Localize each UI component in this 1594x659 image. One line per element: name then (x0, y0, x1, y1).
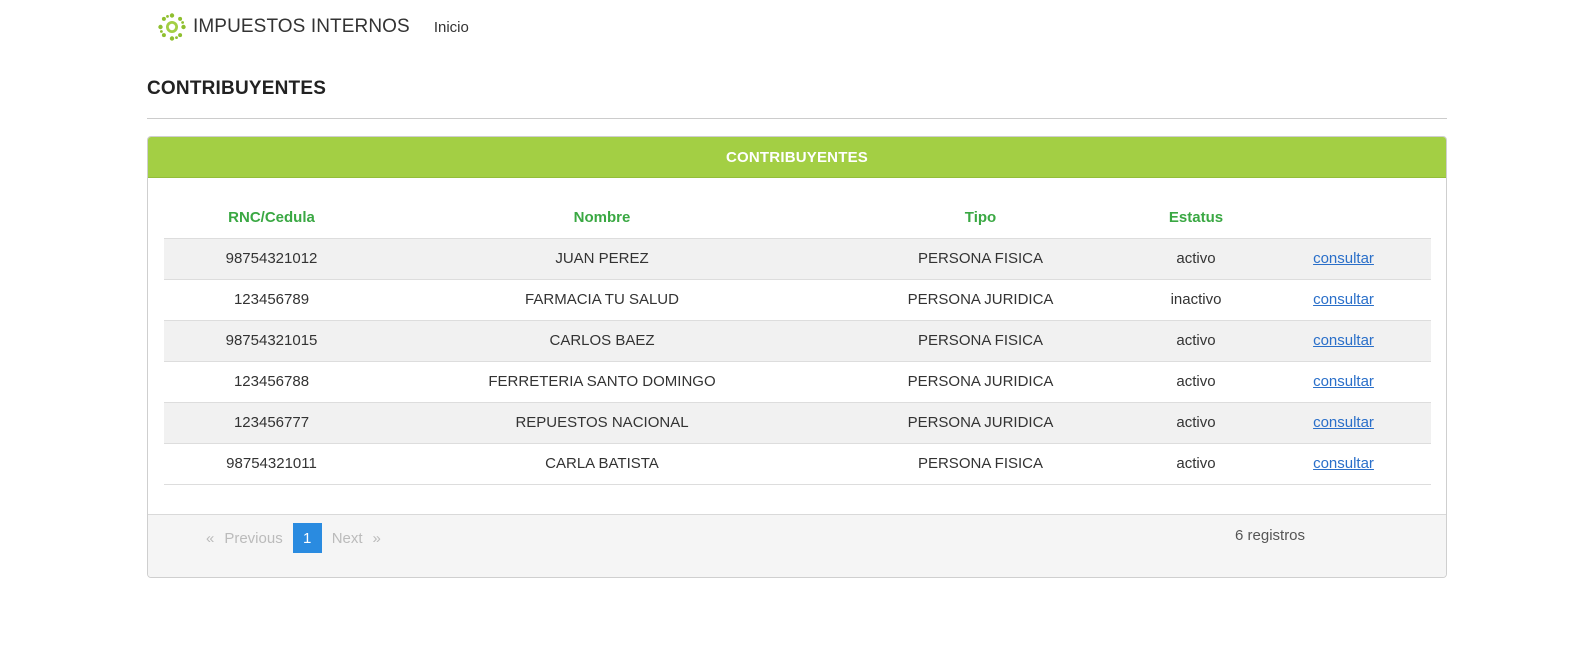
cell-nombre: JUAN PEREZ (379, 238, 825, 280)
records-count: 6 registros (1235, 527, 1306, 544)
cell-rnc: 123456789 (164, 279, 379, 321)
nav-link-inicio[interactable]: Inicio (434, 19, 469, 36)
brand-link[interactable]: IMPUESTOS INTERNOS (157, 12, 410, 42)
cell-estatus: activo (1136, 361, 1256, 403)
consultar-link[interactable]: consultar (1313, 332, 1374, 349)
brand-name: IMPUESTOS INTERNOS (193, 16, 410, 37)
consultar-link[interactable]: consultar (1313, 250, 1374, 267)
last-page-button[interactable]: » (373, 530, 381, 547)
page-title: CONTRIBUYENTES (147, 78, 327, 99)
panel-footer: « Previous 1 Next » 6 registros (148, 514, 1446, 577)
cell-nombre: CARLA BATISTA (379, 443, 825, 485)
table-row: 123456777 REPUESTOS NACIONAL PERSONA JUR… (164, 402, 1431, 444)
cell-action: consultar (1256, 402, 1431, 444)
first-page-button[interactable]: « (206, 530, 214, 547)
top-navbar: IMPUESTOS INTERNOS Inicio (157, 10, 469, 44)
column-header-action (1256, 198, 1431, 239)
pagination: « Previous 1 Next » (206, 523, 391, 553)
cell-tipo: PERSONA JURIDICA (825, 402, 1136, 444)
contribuyentes-table: RNC/Cedula Nombre Tipo Estatus 987543210… (164, 198, 1431, 485)
cell-nombre: FERRETERIA SANTO DOMINGO (379, 361, 825, 403)
cell-rnc: 123456788 (164, 361, 379, 403)
previous-page-button[interactable]: Previous (224, 530, 282, 547)
table-row: 123456788 FERRETERIA SANTO DOMINGO PERSO… (164, 361, 1431, 403)
cell-rnc: 98754321011 (164, 443, 379, 485)
cell-tipo: PERSONA FISICA (825, 238, 1136, 280)
cell-rnc: 98754321015 (164, 320, 379, 362)
consultar-link[interactable]: consultar (1313, 373, 1374, 390)
cell-action: consultar (1256, 361, 1431, 403)
cell-action: consultar (1256, 320, 1431, 362)
table-row: 123456789 FARMACIA TU SALUD PERSONA JURI… (164, 279, 1431, 321)
table-row: 98754321012 JUAN PEREZ PERSONA FISICA ac… (164, 238, 1431, 280)
table-row: 98754321011 CARLA BATISTA PERSONA FISICA… (164, 443, 1431, 485)
cell-nombre: REPUESTOS NACIONAL (379, 402, 825, 444)
panel-heading: CONTRIBUYENTES (148, 137, 1446, 178)
column-header-estatus[interactable]: Estatus (1136, 198, 1256, 239)
cell-estatus: activo (1136, 443, 1256, 485)
cell-action: consultar (1256, 279, 1431, 321)
cell-tipo: PERSONA JURIDICA (825, 279, 1136, 321)
cell-nombre: FARMACIA TU SALUD (379, 279, 825, 321)
consultar-link[interactable]: consultar (1313, 291, 1374, 308)
cell-estatus: activo (1136, 320, 1256, 362)
cell-rnc: 98754321012 (164, 238, 379, 280)
cell-rnc: 123456777 (164, 402, 379, 444)
cell-tipo: PERSONA FISICA (825, 320, 1136, 362)
cell-estatus: activo (1136, 402, 1256, 444)
panel-body: RNC/Cedula Nombre Tipo Estatus 987543210… (148, 178, 1446, 516)
cell-action: consultar (1256, 238, 1431, 280)
table-header-row: RNC/Cedula Nombre Tipo Estatus (164, 198, 1431, 239)
sun-logo-icon (157, 12, 187, 42)
cell-tipo: PERSONA JURIDICA (825, 361, 1136, 403)
column-header-nombre[interactable]: Nombre (379, 198, 825, 239)
page-number-current[interactable]: 1 (292, 523, 322, 553)
table-row: 98754321015 CARLOS BAEZ PERSONA FISICA a… (164, 320, 1431, 362)
cell-estatus: activo (1136, 238, 1256, 280)
cell-action: consultar (1256, 443, 1431, 485)
consultar-link[interactable]: consultar (1313, 414, 1374, 431)
contribuyentes-panel: CONTRIBUYENTES RNC/Cedula Nombre Tipo Es… (147, 136, 1447, 578)
cell-tipo: PERSONA FISICA (825, 443, 1136, 485)
consultar-link[interactable]: consultar (1313, 455, 1374, 472)
title-divider (147, 118, 1447, 119)
column-header-rnc[interactable]: RNC/Cedula (164, 198, 379, 239)
column-header-tipo[interactable]: Tipo (825, 198, 1136, 239)
cell-estatus: inactivo (1136, 279, 1256, 321)
next-page-button[interactable]: Next (332, 530, 363, 547)
cell-nombre: CARLOS BAEZ (379, 320, 825, 362)
